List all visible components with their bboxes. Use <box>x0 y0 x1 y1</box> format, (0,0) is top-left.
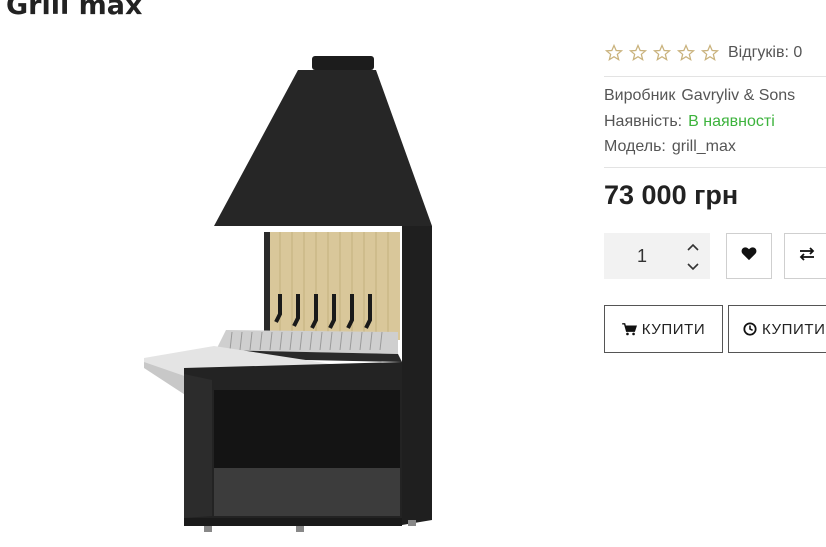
stock-status: В наявності <box>688 112 775 130</box>
rating-stars <box>604 43 720 63</box>
star-outline-icon <box>676 43 696 63</box>
product-info: Відгуків: 0 Виробник Gavryliv & Sons Наяв… <box>604 40 826 211</box>
quantity-input[interactable]: 1 <box>604 233 680 279</box>
buy-button-label: КУПИТИ <box>641 320 706 338</box>
model-row: Модель: grill_max <box>604 134 826 160</box>
product-price: 73 000 грн <box>604 179 739 210</box>
product-title: Grill max <box>6 0 143 21</box>
chevron-up-icon[interactable] <box>682 238 704 256</box>
star-outline-icon <box>604 43 624 63</box>
star-outline-icon <box>700 43 720 63</box>
reviews-link[interactable]: Відгуків: 0 <box>728 44 802 62</box>
shopping-cart-icon <box>621 322 637 336</box>
manufacturer-label: Виробник <box>604 87 676 104</box>
manufacturer-row: Виробник Gavryliv & Sons <box>604 83 826 109</box>
buy-button[interactable]: КУПИТИ <box>604 305 723 353</box>
stock-row: Наявність: В наявності <box>604 109 826 135</box>
wishlist-button[interactable] <box>726 233 772 279</box>
buy-row: КУПИТИ КУПИТИ <box>604 305 826 353</box>
quantity-stepper: 1 <box>604 233 710 279</box>
quick-buy-button[interactable]: КУПИТИ <box>728 305 826 353</box>
model-label: Модель: <box>604 138 666 155</box>
clock-icon <box>743 322 757 336</box>
chevron-down-icon[interactable] <box>682 258 704 276</box>
product-page: Grill max Відгуків: 0 Виробник Gavryliv … <box>0 0 826 547</box>
heart-icon <box>741 246 757 266</box>
cart-controls: 1 <box>604 233 826 281</box>
manufacturer-link[interactable]: Gavryliv & Sons <box>681 87 795 104</box>
star-outline-icon <box>628 43 648 63</box>
star-outline-icon <box>652 43 672 63</box>
divider <box>604 166 826 168</box>
stock-label: Наявність: <box>604 112 683 130</box>
rating-row: Відгуків: 0 <box>604 40 826 66</box>
compare-button[interactable] <box>784 233 826 279</box>
product-image[interactable] <box>140 50 460 545</box>
product-meta: Виробник Gavryliv & Sons Наявність: В наяв… <box>604 83 826 160</box>
model-value: grill_max <box>671 138 736 155</box>
exchange-arrows-icon <box>798 246 816 267</box>
quick-buy-button-label: КУПИТИ <box>762 320 826 338</box>
divider <box>604 76 826 77</box>
